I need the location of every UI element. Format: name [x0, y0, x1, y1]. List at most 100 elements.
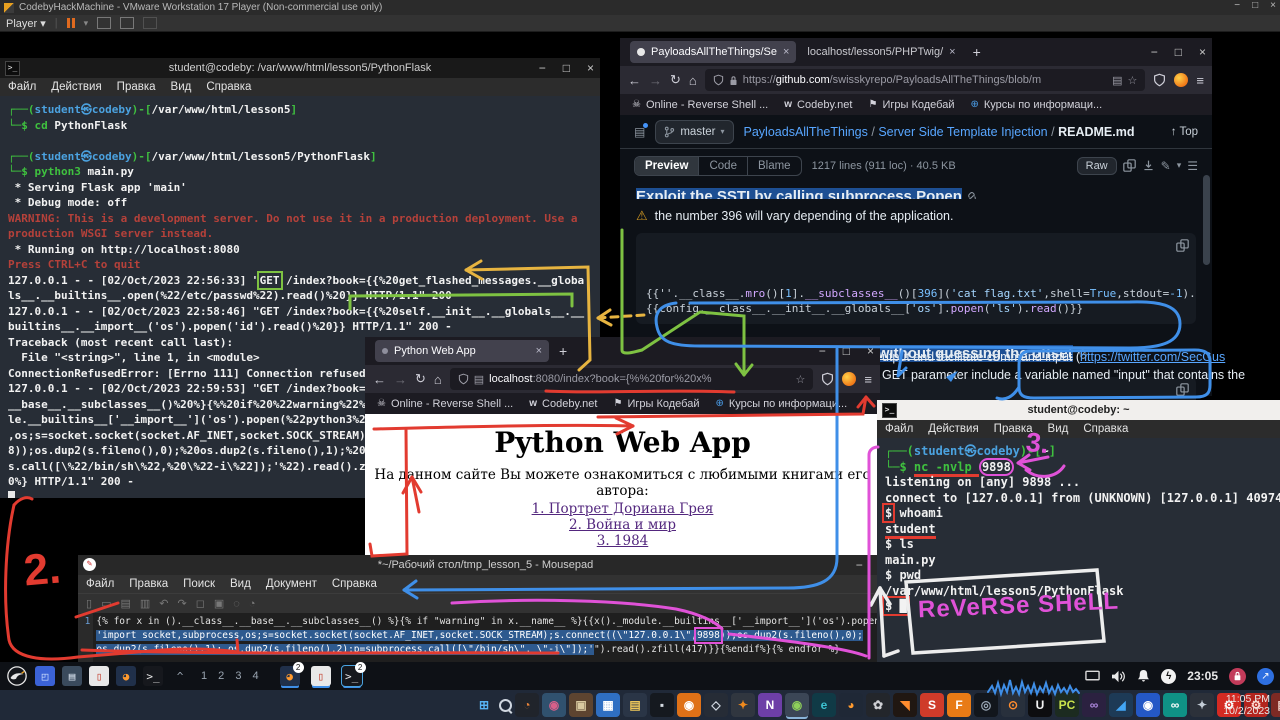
- url-bar[interactable]: https://github.com/swisskyrepo/PayloadsA…: [705, 69, 1146, 91]
- menu-item[interactable]: Поиск: [183, 578, 215, 590]
- console-app-icon[interactable]: ▪: [650, 693, 674, 717]
- chrome-icon[interactable]: ◉: [785, 693, 809, 717]
- menu-item[interactable]: Действия: [928, 423, 978, 435]
- file-manager-launcher-icon[interactable]: ▤: [62, 666, 82, 686]
- carrot-app-icon[interactable]: ◥: [893, 693, 917, 717]
- outline-button[interactable]: ☰: [1187, 159, 1198, 173]
- mousepad-titlebar[interactable]: ✎ *~/Рабочий стол/tmp_lesson_5 - Mousepa…: [78, 555, 893, 575]
- menu-item[interactable]: Справка: [206, 81, 251, 93]
- view-tab[interactable]: Blame: [747, 157, 801, 175]
- tab-payloadsallthethings[interactable]: PayloadsAllTheThings/Se ×: [630, 41, 796, 63]
- vm-pause-button[interactable]: [67, 18, 75, 28]
- taskbar-firefox-window[interactable]: ◕2: [280, 666, 300, 686]
- start-button[interactable]: ⊞: [472, 693, 496, 717]
- firefox-account-icon[interactable]: [1174, 73, 1188, 87]
- raw-button[interactable]: Raw: [1077, 157, 1117, 175]
- camera-app-icon[interactable]: ◎: [974, 693, 998, 717]
- tab-close-icon[interactable]: ×: [783, 46, 789, 58]
- vm-pause-caret[interactable]: ▾: [84, 18, 89, 29]
- menu-item[interactable]: Правка: [994, 423, 1033, 435]
- bookmark-codeby[interactable]: wCodeby.net: [529, 398, 597, 410]
- back-button[interactable]: ←: [628, 73, 641, 88]
- substance-icon[interactable]: S: [920, 693, 944, 717]
- panel-clock[interactable]: 23:05: [1187, 669, 1218, 683]
- new-tab-button[interactable]: +: [553, 343, 573, 359]
- reload-button[interactable]: ↻: [670, 72, 681, 88]
- file-tree-icon[interactable]: ▤: [634, 125, 645, 139]
- minimize-button[interactable]: −: [539, 61, 546, 75]
- unreal-icon[interactable]: U: [1028, 693, 1052, 717]
- bookmark-reverse-shell[interactable]: ☠Online - Reverse Shell ...: [632, 99, 768, 111]
- code-block-subprocess[interactable]: {{''.__class__.mro()[1].__subclasses__()…: [636, 233, 1196, 324]
- menu-item[interactable]: Файл: [86, 578, 114, 590]
- toolbar-icon[interactable]: ▣: [214, 597, 224, 610]
- tracking-shield-icon[interactable]: [821, 372, 834, 386]
- bookmark-reverse-shell[interactable]: ☠Online - Reverse Shell ...: [377, 398, 513, 410]
- screens-launcher-icon[interactable]: ◰: [35, 666, 55, 686]
- forward-button[interactable]: →: [394, 372, 407, 387]
- f-app-icon[interactable]: F: [947, 693, 971, 717]
- windows-clock[interactable]: 11:05 PM 10/2/2023: [1180, 693, 1270, 717]
- menu-item[interactable]: Справка: [1083, 423, 1128, 435]
- firefox-account-icon[interactable]: [842, 372, 856, 386]
- calendar-app-icon[interactable]: ▦: [596, 693, 620, 717]
- url-bar[interactable]: ▤ localhost:8080/index?book={%%20for%20x…: [450, 368, 814, 390]
- tab-python-web-app[interactable]: Python Web App ×: [375, 340, 549, 362]
- files-app-icon[interactable]: ▤: [623, 693, 647, 717]
- 3d-viewer-icon[interactable]: ◇: [704, 693, 728, 717]
- search-icon[interactable]: [499, 699, 512, 712]
- book-link[interactable]: 3. 1984: [365, 533, 880, 549]
- menu-item[interactable]: Файл: [885, 423, 913, 435]
- view-tab[interactable]: Preview: [635, 157, 698, 175]
- bookmark-games[interactable]: ⚑Игры Кодебай: [613, 398, 699, 410]
- maximize-button[interactable]: □: [843, 344, 850, 358]
- app-menu-button[interactable]: ≡: [1196, 73, 1204, 88]
- copy-icon[interactable]: [1176, 383, 1189, 396]
- ball-app-icon[interactable]: ◉: [542, 693, 566, 717]
- scrollbar[interactable]: [1203, 175, 1210, 265]
- media-app-icon[interactable]: ◉: [677, 693, 701, 717]
- toolbar-icon[interactable]: ▭: [101, 597, 111, 610]
- new-tab-button[interactable]: +: [967, 44, 987, 60]
- bookmark-courses[interactable]: ⊕Курсы по информаци...: [715, 398, 847, 410]
- toolbar-icon[interactable]: ▥: [140, 597, 150, 610]
- redfolder-app-icon[interactable]: ▤: [1271, 693, 1280, 717]
- mousepad-editor[interactable]: 1 {% for x in ().__class__.__base__.__su…: [78, 613, 893, 663]
- menu-item[interactable]: Справка: [332, 578, 377, 590]
- toolbar-icon[interactable]: ↷: [178, 597, 187, 610]
- view-tab[interactable]: Code: [698, 157, 747, 175]
- back-button[interactable]: ←: [373, 372, 386, 387]
- onenote-icon[interactable]: N: [758, 693, 782, 717]
- close-button[interactable]: ×: [587, 61, 594, 75]
- minimize-button[interactable]: −: [1151, 45, 1158, 59]
- edit-caret[interactable]: ▾: [1177, 160, 1182, 171]
- menu-item[interactable]: Документ: [266, 578, 317, 590]
- menu-item[interactable]: Действия: [51, 81, 101, 93]
- vmware-minimize-button[interactable]: −: [1234, 0, 1240, 11]
- gauge-app-icon[interactable]: ◔: [515, 693, 539, 717]
- home-button[interactable]: ⌂: [434, 372, 442, 387]
- home-button[interactable]: ⌂: [689, 73, 697, 88]
- firefox-launcher-icon[interactable]: ◕: [116, 666, 136, 686]
- close-button[interactable]: ×: [1199, 45, 1206, 59]
- download-icon[interactable]: [1142, 159, 1155, 172]
- close-button[interactable]: ×: [867, 344, 874, 358]
- menu-item[interactable]: Вид: [230, 578, 251, 590]
- notifications-bell-icon[interactable]: [1137, 669, 1150, 683]
- kali-menu-icon[interactable]: [6, 665, 28, 687]
- toolbar-icon[interactable]: ◻: [196, 597, 205, 610]
- toolbar-icon[interactable]: ▯: [86, 597, 92, 610]
- tab-close-icon[interactable]: ×: [536, 345, 542, 357]
- panel-expand-icon[interactable]: ^: [170, 666, 190, 686]
- menu-item[interactable]: Правка: [129, 578, 168, 590]
- menu-item[interactable]: Вид: [1048, 423, 1069, 435]
- flask-terminal-titlebar[interactable]: >_ student@codeby: /var/www/html/lesson5…: [0, 58, 600, 78]
- bookmark-star-icon[interactable]: ☆: [1128, 74, 1138, 87]
- tab-localhost-phptwig[interactable]: localhost/lesson5/PHPTwig/ ×: [800, 41, 962, 63]
- vm-fullscreen-button[interactable]: [120, 17, 134, 29]
- reload-button[interactable]: ↻: [415, 371, 426, 387]
- taskbar-mousepad-window[interactable]: ▯: [311, 666, 331, 686]
- toolbar-icon[interactable]: ◔: [249, 598, 256, 610]
- visual-studio-icon[interactable]: ∞: [1082, 693, 1106, 717]
- pin-app-icon[interactable]: ◉: [1136, 693, 1160, 717]
